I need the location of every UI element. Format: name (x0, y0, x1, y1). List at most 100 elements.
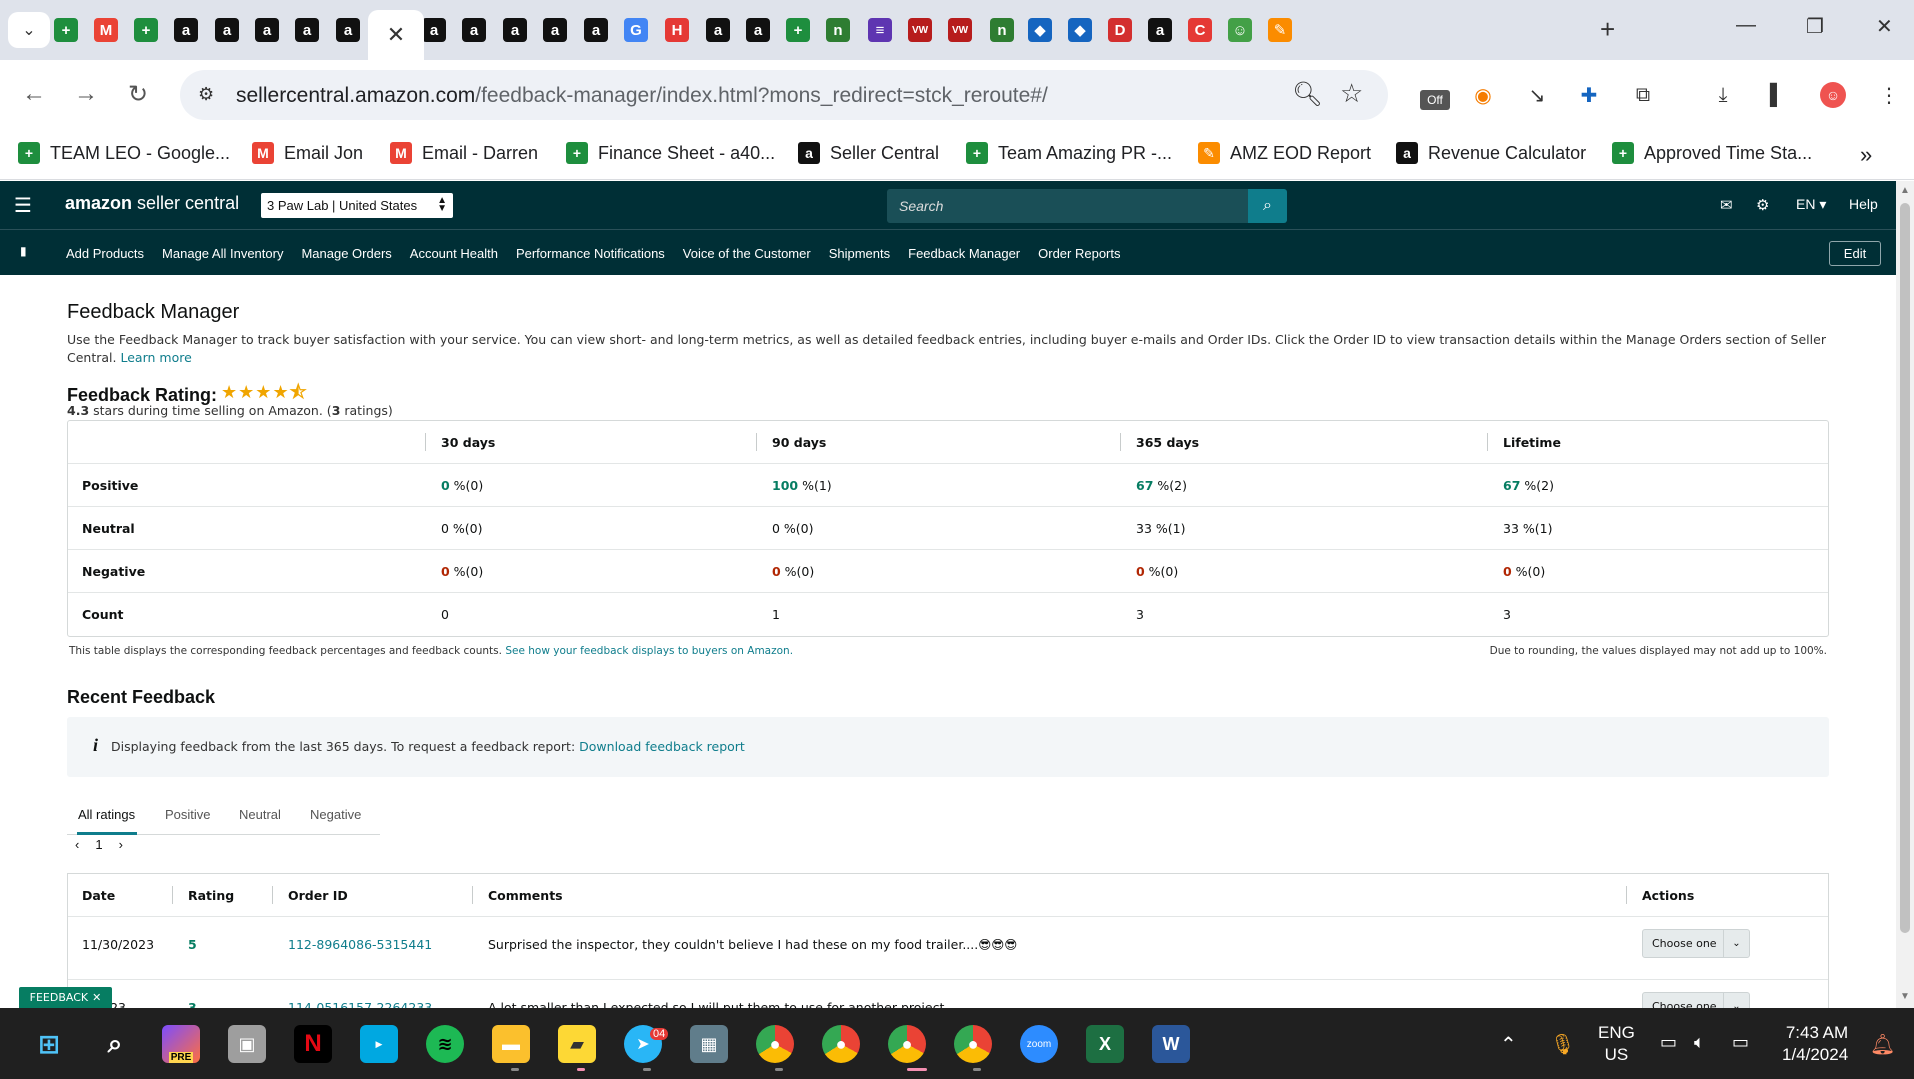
zoom-icon[interactable]: 🔍︎ (1292, 80, 1322, 109)
help-link[interactable]: Help (1849, 196, 1878, 212)
browser-tab[interactable]: M (86, 10, 126, 50)
nav-link-account-health[interactable]: Account Health (410, 246, 498, 261)
bookmark-item[interactable]: + Finance Sheet - a40... (566, 142, 775, 164)
task-view-icon[interactable]: ▣ (228, 1025, 266, 1063)
action-dropdown[interactable]: Choose one ⌄ (1642, 929, 1750, 958)
close-icon[interactable]: ✕ (92, 991, 101, 1004)
browser-tab[interactable]: ◆ (1020, 10, 1060, 50)
see-feedback-display-link[interactable]: See how your feedback displays to buyers… (505, 645, 793, 657)
bookmark-star-icon[interactable]: ☆ (1340, 78, 1363, 109)
browser-tab[interactable]: a (207, 10, 247, 50)
scrollbar-thumb[interactable] (1900, 203, 1910, 933)
browser-tab[interactable]: ≡ (860, 10, 900, 50)
browser-tab[interactable]: n (982, 10, 1022, 50)
extension-off-icon[interactable]: Off (1420, 90, 1450, 110)
browser-tab[interactable]: G (616, 10, 656, 50)
spotify-icon[interactable]: ≋ (426, 1025, 464, 1063)
address-bar[interactable]: ⚙ sellercentral.amazon.com/feedback-mana… (180, 70, 1388, 120)
nav-link-feedback-manager[interactable]: Feedback Manager (908, 246, 1020, 261)
extension-orange-icon[interactable]: ◉ (1470, 82, 1496, 108)
bookmark-item[interactable]: M Email - Darren (390, 142, 538, 164)
battery-icon[interactable]: ▭ (1732, 1032, 1749, 1053)
nav-link-order-reports[interactable]: Order Reports (1038, 246, 1120, 261)
download-feedback-report-link[interactable]: Download feedback report (579, 739, 745, 754)
bookmark-item[interactable]: a Revenue Calculator (1396, 142, 1586, 164)
nav-link-performance-notifications[interactable]: Performance Notifications (516, 246, 665, 261)
hamburger-menu-icon[interactable]: ☰ (14, 193, 32, 218)
current-page[interactable]: 1 (95, 837, 102, 852)
chrome-icon[interactable]: ● (756, 1025, 794, 1063)
bookmark-item[interactable]: ✎ AMZ EOD Report (1198, 142, 1371, 164)
minimize-icon[interactable]: — (1736, 14, 1756, 37)
prime-video-icon[interactable]: ▶ (360, 1025, 398, 1063)
account-selector[interactable]: 3 Paw Lab | United States ▲ ▼ (261, 193, 453, 218)
url-text[interactable]: sellercentral.amazon.com/feedback-manage… (236, 84, 1048, 108)
page-scrollbar[interactable]: ▲ ▼ (1896, 181, 1914, 1008)
browser-tab[interactable]: + (126, 10, 166, 50)
browser-tab[interactable]: ◆ (1060, 10, 1100, 50)
bookmark-item[interactable]: + TEAM LEO - Google... (18, 142, 230, 164)
search-input[interactable] (887, 189, 1248, 223)
browser-tab[interactable]: VW (940, 10, 980, 50)
browser-tab[interactable]: a (247, 10, 287, 50)
browser-tab[interactable]: a (698, 10, 738, 50)
browser-tab[interactable]: a (535, 10, 575, 50)
restore-icon[interactable]: ❐ (1806, 14, 1824, 39)
search-box[interactable] (887, 189, 1248, 223)
excel-icon[interactable]: X (1086, 1025, 1124, 1063)
tab-positive[interactable]: Positive (165, 807, 211, 822)
nav-link-shipments[interactable]: Shipments (829, 246, 890, 261)
browser-tab[interactable]: a (166, 10, 206, 50)
action-dropdown[interactable]: Choose one ⌄ (1642, 992, 1750, 1008)
extensions-puzzle-icon[interactable]: ⧉ (1630, 82, 1656, 108)
tab-neutral[interactable]: Neutral (239, 807, 281, 822)
browser-tab[interactable]: ☺ (1220, 10, 1260, 50)
browser-tab[interactable]: a (454, 10, 494, 50)
scroll-up-icon[interactable]: ▲ (1900, 185, 1910, 196)
browser-tab[interactable]: a (576, 10, 616, 50)
prev-page-icon[interactable]: ‹ (75, 837, 79, 852)
browser-tab[interactable]: + (778, 10, 818, 50)
next-page-icon[interactable]: › (119, 837, 123, 852)
show-hidden-icons[interactable]: ⌃ (1500, 1032, 1517, 1057)
bookmark-item[interactable]: + Team Amazing PR -... (966, 142, 1172, 164)
browser-tab[interactable]: n (818, 10, 858, 50)
close-window-icon[interactable]: ✕ (1876, 14, 1893, 39)
order-id-link[interactable]: 114-0516157-2264233 (288, 1000, 432, 1008)
browser-tab[interactable]: a (738, 10, 778, 50)
nav-link-manage-all-inventory[interactable]: Manage All Inventory (162, 246, 283, 261)
volume-icon[interactable]: 🔈︎ (1694, 1032, 1705, 1053)
reload-icon[interactable]: ↻ (128, 80, 148, 109)
bookmark-item[interactable]: + Approved Time Sta... (1612, 142, 1812, 164)
chrome-profile-4-icon[interactable]: ● (954, 1025, 992, 1063)
microphone-icon[interactable]: 🎙︎ (1550, 1032, 1575, 1057)
zoom-app-icon[interactable]: zoom (1020, 1025, 1058, 1063)
more-bookmarks-icon[interactable]: » (1860, 142, 1872, 168)
browser-tab[interactable]: + (46, 10, 86, 50)
bookmark-flag-icon[interactable]: ▮ (20, 244, 27, 258)
copilot-icon[interactable]: PRE (162, 1025, 200, 1063)
input-language[interactable]: ENG US (1598, 1022, 1635, 1066)
extension-cursor-icon[interactable]: ↘ (1524, 82, 1550, 108)
tab-search-button[interactable]: ⌄ (8, 12, 50, 48)
nav-link-add-products[interactable]: Add Products (66, 246, 144, 261)
nav-link-manage-orders[interactable]: Manage Orders (301, 246, 391, 261)
browser-tab[interactable]: a (328, 10, 368, 50)
browser-tab[interactable]: a (287, 10, 327, 50)
new-tab-button[interactable]: + (1600, 14, 1615, 45)
seller-central-logo[interactable]: amazon seller central (65, 193, 239, 214)
tab-negative[interactable]: Negative (310, 807, 361, 822)
chrome-profile-3-icon[interactable]: ● (888, 1025, 926, 1063)
calculator-icon[interactable]: ▦ (690, 1025, 728, 1063)
system-clock[interactable]: 7:43 AM 1/4/2024 (1782, 1022, 1848, 1066)
browser-tab-active[interactable]: ✕ (368, 10, 424, 60)
word-icon[interactable]: W (1152, 1025, 1190, 1063)
chrome-menu-icon[interactable]: ⋮ (1876, 82, 1902, 108)
browser-tab[interactable]: H (657, 10, 697, 50)
browser-tab[interactable]: a (1140, 10, 1180, 50)
order-id-link[interactable]: 112-8964086-5315441 (288, 937, 432, 952)
browser-tab[interactable]: a (495, 10, 535, 50)
search-button[interactable]: ⌕ (1248, 189, 1287, 223)
network-icon[interactable]: ▭ (1660, 1032, 1677, 1053)
download-icon[interactable]: ⤓ (1710, 82, 1736, 108)
